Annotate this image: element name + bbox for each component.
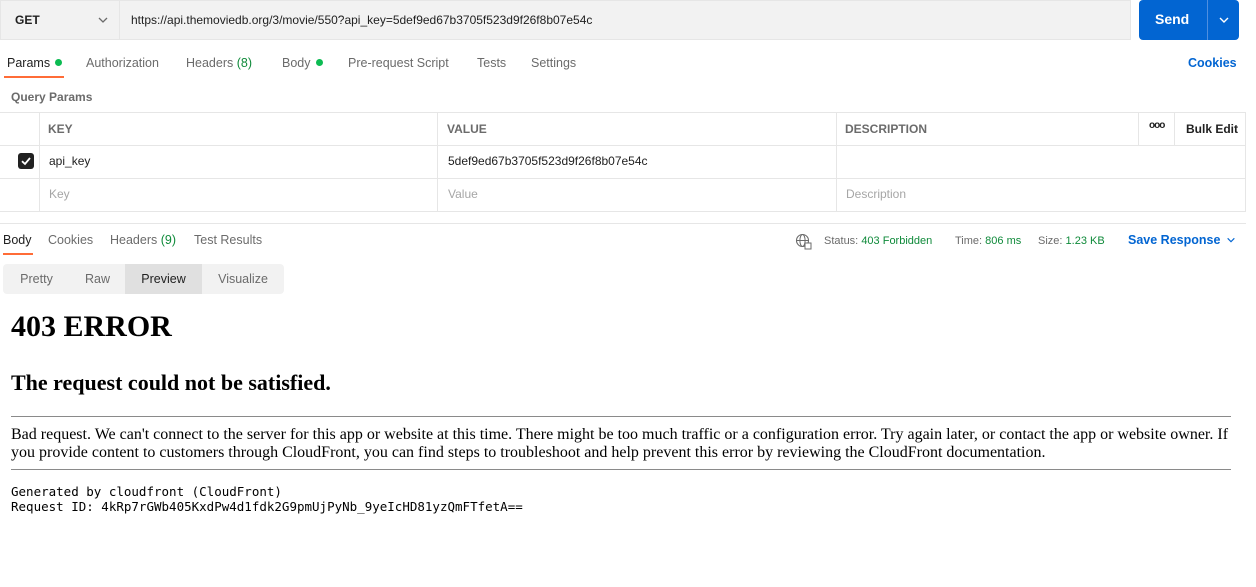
url-text: https://api.themoviedb.org/3/movie/550?a… <box>131 13 593 27</box>
param-key[interactable]: api_key <box>49 154 90 168</box>
table-border <box>0 145 1246 146</box>
view-mode-pretty[interactable]: Pretty <box>3 264 70 294</box>
error-heading: 403 ERROR <box>11 310 172 343</box>
chevron-down-icon[interactable] <box>1218 14 1230 26</box>
active-tab-underline <box>4 76 64 78</box>
method-select[interactable]: GET <box>0 0 119 40</box>
table-border <box>0 112 1246 113</box>
error-message: Bad request. We can't connect to the ser… <box>11 426 1229 461</box>
tab-response-headers[interactable]: Headers (9) <box>110 233 176 247</box>
view-mode-switcher: Pretty Raw Preview Visualize <box>3 264 284 294</box>
view-mode-raw[interactable]: Raw <box>70 264 125 294</box>
column-divider <box>836 112 837 212</box>
table-border <box>0 211 1246 212</box>
tab-tests[interactable]: Tests <box>477 56 506 70</box>
status-value: 403 Forbidden <box>861 235 933 247</box>
bulk-edit-button[interactable]: Bulk Edit <box>1186 122 1238 136</box>
time-readout: Time: 806 ms <box>955 235 1021 247</box>
status-readout: Status: 403 Forbidden <box>824 235 932 247</box>
tab-headers-label: Headers <box>186 56 234 70</box>
tab-headers[interactable]: Headers (8) <box>186 56 252 70</box>
size-label: Size: <box>1038 235 1063 247</box>
new-value-input[interactable]: Value <box>448 187 478 201</box>
column-divider <box>39 112 40 212</box>
column-header-key: KEY <box>48 122 73 136</box>
column-divider <box>437 112 438 212</box>
save-response-button[interactable]: Save Response <box>1128 233 1236 247</box>
column-header-description: DESCRIPTION <box>845 122 928 136</box>
column-divider <box>1138 112 1139 145</box>
column-divider <box>1174 112 1175 145</box>
params-indicator-dot <box>55 59 63 66</box>
param-value[interactable]: 5def9ed67b3705f523d9f26f8b07e54c <box>448 154 648 168</box>
status-label: Status: <box>824 235 859 247</box>
chevron-down-icon <box>1227 237 1236 243</box>
generated-by-line: Generated by cloudfront (CloudFront) <box>11 484 282 499</box>
time-value: 806 ms <box>985 235 1022 247</box>
column-header-value: VALUE <box>447 122 487 136</box>
new-description-input[interactable]: Description <box>846 187 906 201</box>
tab-body[interactable]: Body <box>282 56 323 70</box>
horizontal-rule <box>11 416 1231 417</box>
request-id-line: Request ID: 4kRp7rGWb405KxdPw4d1fdk2G9pm… <box>11 499 523 514</box>
tab-body-label: Body <box>282 56 311 70</box>
params-table: KEY VALUE DESCRIPTION ooo Bulk Edit api_… <box>0 112 1246 212</box>
param-enabled-checkbox[interactable] <box>18 153 34 169</box>
horizontal-rule <box>11 469 1231 470</box>
view-mode-preview[interactable]: Preview <box>125 264 202 294</box>
tab-response-cookies[interactable]: Cookies <box>48 233 93 247</box>
headers-count: (8) <box>236 56 253 70</box>
response-tabs: Body Cookies Headers (9) Test Results St… <box>0 226 1256 256</box>
globe-icon[interactable] <box>795 233 812 250</box>
tab-params[interactable]: Params <box>7 56 63 70</box>
more-options-icon[interactable]: ooo <box>1149 120 1165 131</box>
new-key-input[interactable]: Key <box>49 187 70 201</box>
save-response-label: Save Response <box>1128 233 1221 247</box>
request-bar: GET https://api.themoviedb.org/3/movie/5… <box>0 0 1256 40</box>
active-tab-underline <box>3 253 33 255</box>
tab-response-body[interactable]: Body <box>3 233 32 247</box>
send-label: Send <box>1155 11 1190 27</box>
body-indicator-dot <box>315 59 323 66</box>
tab-params-label: Params <box>7 56 51 70</box>
url-input[interactable]: https://api.themoviedb.org/3/movie/550?a… <box>119 0 1131 40</box>
request-tabs: Params Authorization Headers (8) Body Pr… <box>0 50 1256 80</box>
tab-response-headers-label: Headers <box>110 233 158 247</box>
error-subheading: The request could not be satisfied. <box>11 370 331 395</box>
tab-test-results[interactable]: Test Results <box>194 233 262 247</box>
chevron-down-icon <box>98 17 108 23</box>
send-divider <box>1207 0 1208 40</box>
tab-settings[interactable]: Settings <box>531 56 576 70</box>
column-divider <box>1245 112 1246 212</box>
pane-divider[interactable] <box>0 223 1246 224</box>
size-readout: Size: 1.23 KB <box>1038 235 1105 247</box>
cookies-link[interactable]: Cookies <box>1188 56 1237 70</box>
size-value: 1.23 KB <box>1065 235 1105 247</box>
table-border <box>0 178 1246 179</box>
tab-pre-request-script[interactable]: Pre-request Script <box>348 56 449 70</box>
time-label: Time: <box>955 235 983 247</box>
query-params-title: Query Params <box>11 90 93 104</box>
send-button[interactable]: Send <box>1139 0 1239 40</box>
error-footer: Generated by cloudfront (CloudFront) Requ… <box>11 484 523 514</box>
response-headers-count: (9) <box>160 233 177 247</box>
method-label: GET <box>15 13 40 27</box>
tab-authorization[interactable]: Authorization <box>86 56 159 70</box>
view-mode-visualize[interactable]: Visualize <box>202 264 284 294</box>
checkmark-icon <box>21 157 31 166</box>
